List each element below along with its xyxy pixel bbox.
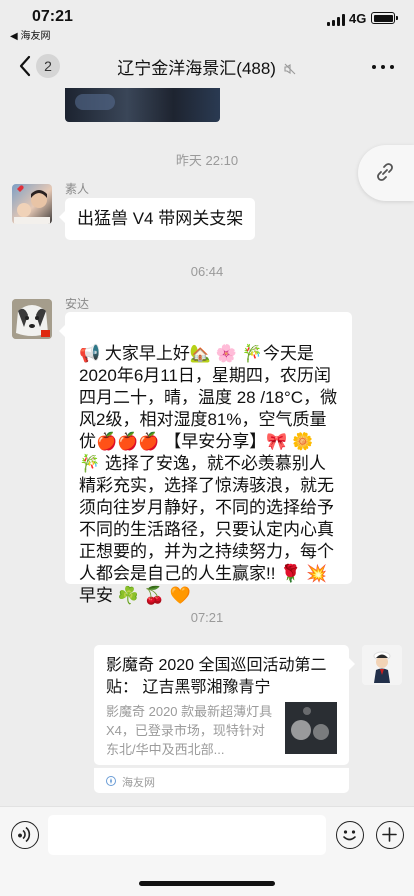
link-title: 影魔奇 2020 全国巡回活动第二贴： 辽吉黑鄂湘豫青宁 [106, 657, 327, 696]
timestamp: 06:44 [190, 264, 224, 279]
message-bubble[interactable]: 📢 大家早上好🏡 🌸 🎋今天是 2020年6月11日，星期四，农历闰 四月二十，… [59, 312, 352, 605]
network-type: 4G [349, 11, 367, 26]
status-time: 07:21 [32, 8, 73, 25]
message-list[interactable]: 昨天 22:10 素人 出猛兽 V4 带网关支架 06:44 安达 📢 大家早上… [0, 88, 414, 806]
back-chevron-icon[interactable] [16, 54, 36, 78]
link-icon [377, 163, 393, 181]
sender-name: 素人 [65, 182, 90, 196]
link-description: 影魔奇 2020 款最新超薄灯具 X4，已登录市场，现特针对东北/华中及西北部.… [106, 704, 273, 757]
plus-icon[interactable] [376, 821, 404, 849]
mute-icon [284, 63, 296, 75]
avatar[interactable] [362, 645, 402, 685]
home-indicator[interactable] [139, 881, 275, 886]
avatar-photo [14, 185, 50, 224]
unread-count-badge[interactable]: 2 [36, 54, 60, 78]
signal-icon [327, 14, 345, 26]
sender-name: 安达 [65, 297, 90, 311]
message-text: 出猛兽 V4 带网关支架 [77, 209, 244, 228]
message-bubble[interactable]: 出猛兽 V4 带网关支架 [58, 198, 256, 240]
link-source-bar: 海友网 [94, 767, 349, 793]
status-bar: 07:21 ◀ 海友网 4G [0, 0, 414, 44]
voice-input-icon[interactable] [11, 821, 39, 849]
back-to-app-link[interactable]: ◀ 海友网 [10, 27, 50, 42]
more-options-icon[interactable] [372, 56, 394, 76]
floating-link-button[interactable] [358, 145, 414, 201]
previous-image-message[interactable] [65, 88, 220, 122]
battery-icon [371, 12, 398, 24]
chat-title: 辽宁金洋海景汇(488) [117, 59, 276, 78]
link-source: 海友网 [122, 777, 155, 789]
message-text: 📢 大家早上好🏡 🌸 🎋今天是 2020年6月11日，星期四，农历闰 四月二十，… [79, 344, 338, 605]
avatar-photo [12, 299, 52, 339]
chat-title-wrap: 辽宁金洋海景汇(488) [0, 54, 414, 79]
avatar[interactable] [12, 299, 52, 339]
chat-header: 辽宁金洋海景汇(488) 2 [0, 44, 414, 88]
compass-icon [106, 776, 116, 786]
timestamp: 07:21 [190, 610, 224, 625]
timestamp: 昨天 22:10 [175, 153, 239, 168]
avatar-photo [362, 645, 402, 685]
link-thumbnail [285, 702, 337, 754]
avatar[interactable] [12, 184, 52, 224]
emoji-icon[interactable] [336, 821, 364, 849]
message-input[interactable] [48, 815, 326, 855]
link-card[interactable]: 影魔奇 2020 全国巡回活动第二贴： 辽吉黑鄂湘豫青宁 影魔奇 2020 款最… [94, 645, 355, 765]
